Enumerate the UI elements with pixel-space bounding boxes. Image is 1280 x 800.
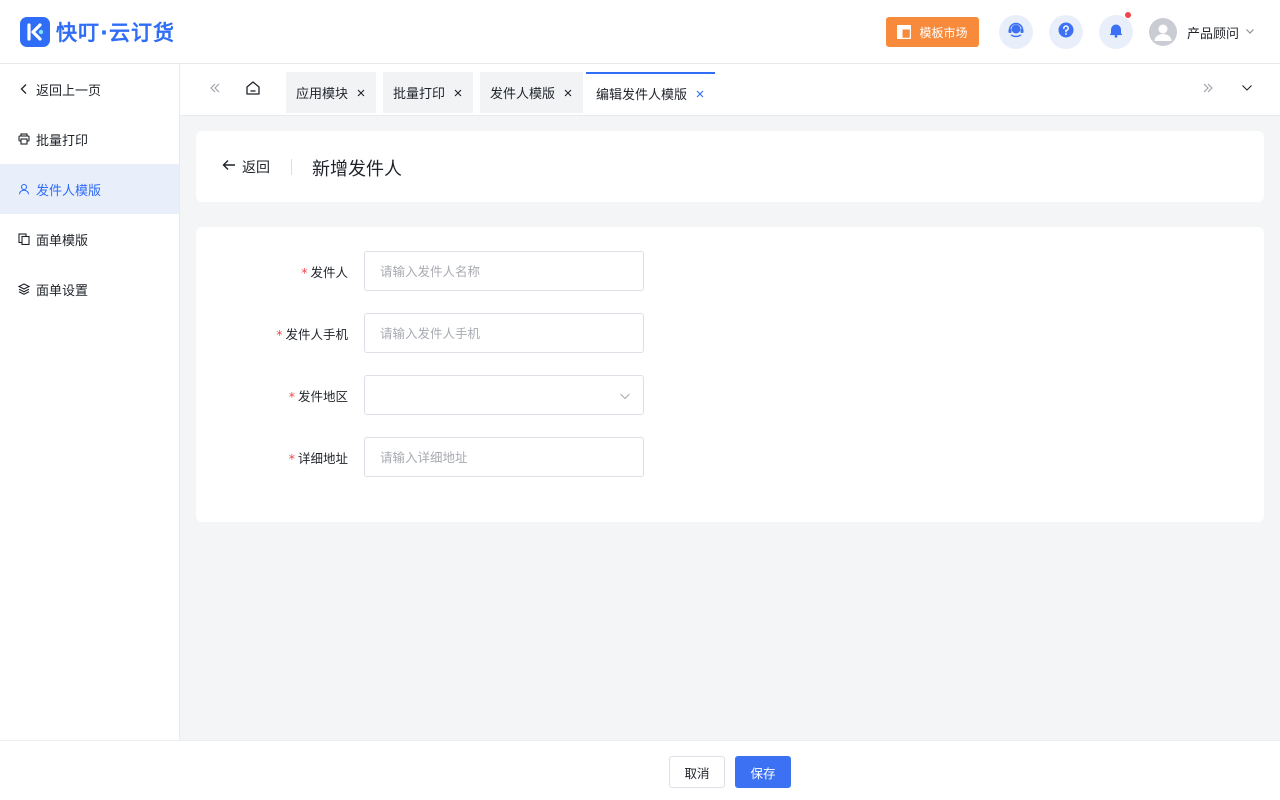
bell-icon (1108, 22, 1124, 42)
field-label-text: 详细地址 (297, 451, 348, 466)
sender-name-input[interactable] (364, 251, 644, 291)
tabs-menu-button[interactable] (1237, 80, 1257, 100)
printer-icon (18, 133, 30, 145)
arrow-left-icon (222, 159, 242, 175)
required-mark: * (288, 389, 295, 404)
double-chevron-right-icon (1202, 82, 1214, 98)
sender-phone-input[interactable] (364, 313, 644, 353)
sender-name-label: * 发件人 (196, 262, 348, 281)
close-icon[interactable] (695, 89, 705, 99)
template-market-button[interactable]: 模板市场 (886, 17, 979, 47)
page-title: 新增发件人 (312, 159, 402, 180)
notifications-button[interactable] (1099, 12, 1133, 49)
field-label-text: 发件人手机 (285, 327, 348, 342)
sidebar-item-label: 返回上一页 (36, 83, 102, 99)
back-button[interactable]: 返回 (222, 157, 270, 177)
sidebar-item-label: 批量打印 (36, 133, 89, 149)
avatar (1149, 18, 1177, 46)
sidebar-item-waybill-template[interactable]: 面单模版 (0, 214, 179, 264)
tab-bar: 应用模块 批量打印 发件人模版 编辑发件人模版 (180, 64, 1280, 116)
sender-form: *发件人 *发件人手机 *发件地区 *详细地址 (196, 227, 1264, 522)
template-market-label: 模板市场 (919, 25, 968, 40)
sender-region-label: * 发件地区 (196, 386, 348, 405)
save-button[interactable]: 保存 (735, 756, 791, 788)
form-footer: 取消 保存 (0, 740, 1280, 800)
cancel-button[interactable]: 取消 (669, 756, 725, 788)
tab-label: 编辑发件人模版 (596, 88, 688, 103)
close-icon[interactable] (563, 88, 573, 98)
user-icon (18, 183, 30, 195)
divider (291, 159, 292, 175)
page-header-card: 返回 新增发件人 (196, 131, 1264, 202)
sidebar-item-batch-print[interactable]: 批量打印 (0, 114, 179, 164)
field-label-text: 发件人 (310, 265, 348, 280)
copy-icon (18, 233, 30, 245)
app-logo[interactable]: 快叮·云订货 (20, 17, 175, 47)
field-label-text: 发件地区 (297, 389, 348, 404)
tab-sender-template[interactable]: 发件人模版 (480, 72, 584, 113)
notification-dot (1125, 12, 1131, 18)
logo-text: 快叮·云订货 (56, 21, 175, 45)
user-menu[interactable]: 产品顾问 (1149, 18, 1255, 46)
logo-mark-icon (20, 17, 50, 47)
sender-region-select[interactable] (364, 375, 644, 415)
stack-icon (18, 283, 30, 295)
layout-icon (897, 24, 912, 40)
sidebar-item-back[interactable]: 返回上一页 (0, 64, 179, 114)
customer-service-button[interactable] (999, 15, 1033, 49)
tab-label: 发件人模版 (490, 87, 556, 102)
back-label: 返回 (242, 160, 270, 176)
detail-address-input[interactable] (364, 437, 644, 477)
sidebar-item-label: 面单设置 (36, 283, 89, 299)
home-tab-button[interactable] (243, 80, 263, 100)
tab-app-modules[interactable]: 应用模块 (286, 72, 377, 113)
sender-phone-label: * 发件人手机 (196, 324, 348, 343)
double-chevron-left-icon (209, 82, 221, 98)
top-header: 快叮·云订货 模板市场 产品顾问 (0, 0, 1280, 64)
question-icon (1058, 22, 1074, 42)
chevron-down-icon (1241, 82, 1253, 98)
detail-address-label: * 详细地址 (196, 448, 348, 467)
scroll-tabs-left-button[interactable] (205, 80, 225, 100)
tab-edit-sender-template[interactable]: 编辑发件人模版 (586, 72, 716, 113)
required-mark: * (301, 265, 308, 280)
home-icon (245, 80, 261, 100)
chevron-down-icon (1245, 25, 1255, 40)
sidebar-item-waybill-settings[interactable]: 面单设置 (0, 264, 179, 314)
required-mark: * (288, 451, 295, 466)
user-name: 产品顾问 (1187, 26, 1240, 42)
chevron-down-icon (619, 390, 631, 406)
tab-batch-print[interactable]: 批量打印 (383, 72, 474, 113)
sidebar-item-sender-template[interactable]: 发件人模版 (0, 164, 179, 214)
sidebar: 返回上一页 批量打印 发件人模版 面单模版 面单设置 (0, 64, 180, 740)
headset-icon (1007, 21, 1025, 43)
sidebar-item-label: 发件人模版 (36, 183, 102, 199)
tab-label: 批量打印 (393, 87, 446, 102)
close-icon[interactable] (453, 88, 463, 98)
help-button[interactable] (1049, 15, 1083, 49)
sidebar-item-label: 面单模版 (36, 233, 89, 249)
required-mark: * (276, 327, 283, 342)
chevron-left-icon (18, 83, 30, 95)
close-icon[interactable] (356, 88, 366, 98)
scroll-tabs-right-button[interactable] (1198, 80, 1218, 100)
tab-label: 应用模块 (296, 87, 349, 102)
